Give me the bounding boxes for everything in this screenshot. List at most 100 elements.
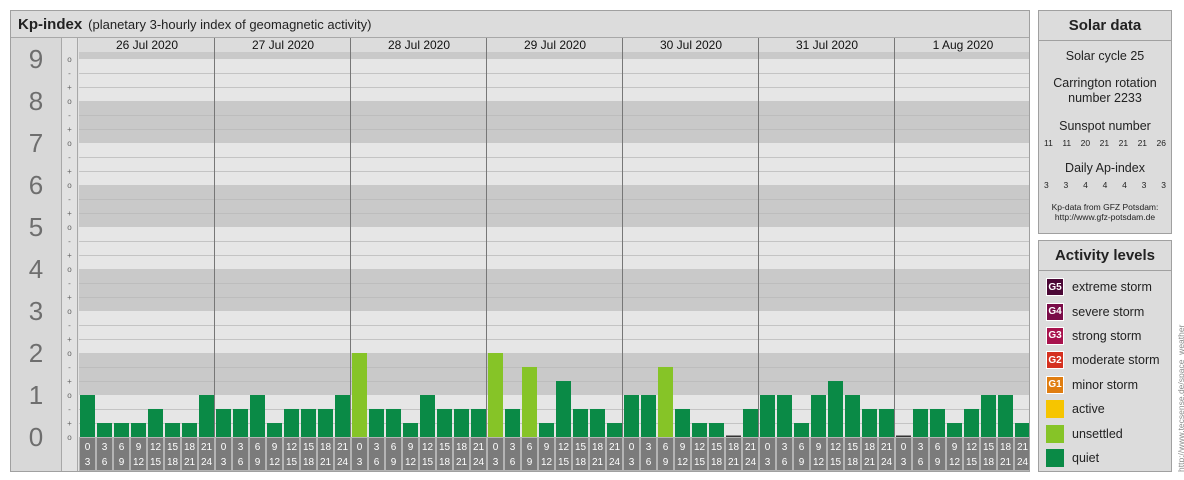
time-end-label: 9 [255, 457, 261, 468]
kp-bar [556, 381, 571, 437]
time-start-label: 15 [711, 442, 723, 453]
solar-data-heading: Solar data [1068, 17, 1142, 34]
sub-tick-mark: o [67, 181, 72, 190]
kp-bar [454, 408, 469, 437]
time-start-label: 0 [765, 442, 771, 453]
kp-bar [1015, 423, 1029, 437]
kp-level-label: 1 [29, 380, 43, 410]
kp-band-3 [79, 269, 1029, 311]
ap-index-value: 4 [1122, 180, 1127, 190]
sub-tick-mark: o [67, 391, 72, 400]
time-start-label: 3 [102, 442, 108, 453]
time-end-label: 18 [167, 457, 179, 468]
kp-level-label: 6 [29, 170, 43, 200]
day-header: 29 Jul 2020 [524, 38, 586, 52]
kp-bar [930, 408, 945, 437]
time-end-label: 15 [150, 457, 162, 468]
kp-level-label: 5 [29, 212, 43, 242]
kp-bar [148, 408, 163, 437]
sub-tick-mark: o [67, 139, 72, 148]
sunspot-value: 11 [1062, 138, 1072, 148]
legend-label: moderate storm [1072, 353, 1160, 368]
kp-level-label: 3 [29, 296, 43, 326]
time-end-label: 24 [745, 457, 757, 468]
sunspot-value: 21 [1137, 138, 1148, 148]
day-header: 30 Jul 2020 [660, 38, 722, 52]
chart-subtitle: (planetary 3-hourly index of geomagnetic… [88, 17, 372, 32]
time-end-label: 12 [677, 457, 689, 468]
kp-bar [760, 395, 775, 437]
time-end-label: 15 [694, 457, 706, 468]
day-header: 27 Jul 2020 [252, 38, 314, 52]
kp-bar [335, 395, 350, 437]
day-header: 1 Aug 2020 [933, 38, 994, 52]
kp-bar [964, 408, 979, 437]
sub-tick-mark: - [68, 321, 71, 330]
sub-tick-mark: + [67, 167, 72, 176]
watermark-text: http://www.tecsense.de/space_weather [1176, 324, 1184, 472]
time-end-label: 6 [374, 457, 380, 468]
time-start-label: 18 [320, 442, 332, 453]
time-end-label: 3 [901, 457, 907, 468]
time-start-label: 12 [150, 442, 162, 453]
time-start-label: 21 [1017, 442, 1029, 453]
time-start-label: 6 [799, 442, 805, 453]
time-start-label: 3 [238, 442, 244, 453]
time-start-label: 21 [881, 442, 893, 453]
time-start-label: 3 [918, 442, 924, 453]
g5-badge-icon: G5 [1046, 278, 1064, 297]
sub-tick-mark: - [68, 195, 71, 204]
time-end-label: 24 [201, 457, 213, 468]
time-start-label: 9 [952, 442, 958, 453]
time-end-label: 9 [799, 457, 805, 468]
time-start-label: 15 [303, 442, 315, 453]
kp-bar [811, 395, 826, 437]
time-end-label: 3 [765, 457, 771, 468]
kp-band-7 [79, 101, 1029, 143]
kp-bar [284, 408, 299, 437]
legend-item: quiet [1046, 446, 1171, 470]
time-start-label: 6 [119, 442, 125, 453]
sub-tick-mark: - [68, 237, 71, 246]
time-end-label: 21 [592, 457, 604, 468]
g2-badge-icon: G2 [1046, 351, 1064, 370]
kp-bar [607, 423, 622, 437]
data-source-link[interactable]: http://www.gfz-potsdam.de [1039, 212, 1171, 222]
ap-index-value: 4 [1083, 180, 1088, 190]
kp-bar [199, 395, 214, 437]
time-end-label: 9 [527, 457, 533, 468]
carrington-line-1: Carrington rotation [1053, 76, 1157, 90]
kp-bar [80, 395, 95, 437]
time-end-label: 18 [303, 457, 315, 468]
sub-tick-mark: o [67, 265, 72, 274]
day-header: 31 Jul 2020 [796, 38, 858, 52]
chart-title: Kp-index (planetary 3-hourly index of geo… [18, 16, 371, 33]
kp-bar [522, 366, 537, 437]
time-end-label: 21 [728, 457, 740, 468]
kp-bar [879, 408, 894, 437]
kp-level-label: 7 [29, 128, 43, 158]
kp-bar [709, 423, 724, 437]
kp-bar [947, 423, 962, 437]
legend-label: severe storm [1072, 304, 1145, 319]
time-end-label: 15 [830, 457, 842, 468]
solar-cycle-text: Solar cycle 25 [1065, 49, 1145, 63]
legend-label: strong storm [1072, 328, 1142, 343]
time-end-label: 18 [847, 457, 859, 468]
activity-heading-divider [1039, 270, 1171, 271]
sub-tick-mark: - [68, 405, 71, 414]
kp-band-4 [79, 227, 1029, 269]
time-end-label: 21 [184, 457, 196, 468]
kp-level-label: 2 [29, 338, 43, 368]
legend-label: active [1072, 402, 1105, 417]
sunspot-value: 20 [1080, 138, 1091, 148]
time-start-label: 6 [527, 442, 533, 453]
day-header: 28 Jul 2020 [388, 38, 450, 52]
kp-bar [692, 423, 707, 437]
kp-bar [250, 395, 265, 437]
ap-index-label: Daily Ap-index [1065, 161, 1145, 175]
sub-tick-mark: + [67, 377, 72, 386]
time-end-label: 12 [405, 457, 417, 468]
time-end-label: 6 [102, 457, 108, 468]
sub-tick-mark: - [68, 279, 71, 288]
